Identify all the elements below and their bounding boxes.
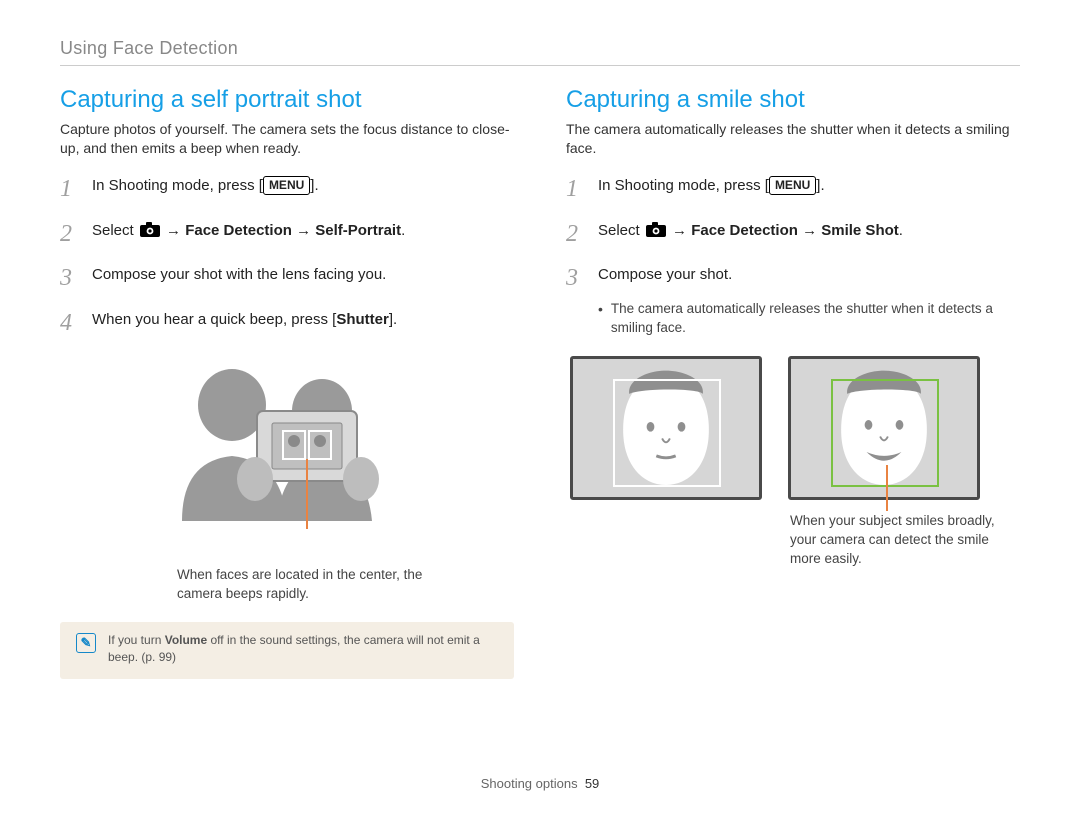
smile-frame-smiling bbox=[788, 356, 980, 500]
self-portrait-illustration: When faces are located in the center, th… bbox=[60, 351, 514, 604]
sub-bullet-text: The camera automatically releases the sh… bbox=[611, 300, 1020, 338]
divider bbox=[60, 65, 1020, 66]
step-text: ]. bbox=[816, 177, 824, 194]
step-2: 2 Select → Face Detection → Smile Shot. bbox=[566, 217, 1020, 252]
arrow: → bbox=[672, 222, 691, 239]
step-body: When you hear a quick beep, press [Shutt… bbox=[92, 306, 397, 341]
step-text: ]. bbox=[310, 177, 318, 194]
section-heading-right: Capturing a smile shot bbox=[566, 86, 1020, 114]
right-column: Capturing a smile shot The camera automa… bbox=[566, 86, 1020, 679]
note-text: If you turn Volume off in the sound sett… bbox=[108, 632, 498, 667]
section-heading-left: Capturing a self portrait shot bbox=[60, 86, 514, 114]
step-number: 1 bbox=[566, 172, 584, 207]
menu-path: Face Detection bbox=[691, 222, 798, 239]
step-text: In Shooting mode, press [ bbox=[92, 177, 263, 194]
intro-text-right: The camera automatically releases the sh… bbox=[566, 120, 1020, 158]
breadcrumb: Using Face Detection bbox=[60, 38, 1020, 59]
step-3: 3 Compose your shot. bbox=[566, 261, 1020, 296]
smile-shot-illustrations bbox=[570, 356, 1020, 500]
two-column-layout: Capturing a self portrait shot Capture p… bbox=[60, 86, 1020, 679]
page-footer: Shooting options 59 bbox=[0, 776, 1080, 791]
step-text: . bbox=[899, 222, 903, 239]
step-number: 2 bbox=[60, 217, 78, 252]
menu-badge-icon: MENU bbox=[263, 176, 310, 195]
camera-icon bbox=[646, 222, 666, 237]
manual-page: Using Face Detection Capturing a self po… bbox=[0, 0, 1080, 815]
step-body: Select → Face Detection → Self-Portrait. bbox=[92, 217, 405, 252]
step-text: . bbox=[401, 222, 405, 239]
arrow: → bbox=[798, 222, 821, 239]
note-fragment: If you turn bbox=[108, 633, 165, 647]
callout-line-svg bbox=[886, 465, 888, 511]
menu-badge-icon: MENU bbox=[769, 176, 816, 195]
step-text: Select bbox=[92, 222, 138, 239]
step-number: 3 bbox=[60, 261, 78, 296]
left-column: Capturing a self portrait shot Capture p… bbox=[60, 86, 514, 679]
step-1: 1 In Shooting mode, press [MENU]. bbox=[60, 172, 514, 207]
smile-frame-neutral bbox=[570, 356, 762, 500]
step-text: When you hear a quick beep, press [ bbox=[92, 311, 336, 328]
step-body: In Shooting mode, press [MENU]. bbox=[598, 172, 825, 207]
step-sub-bullet: • The camera automatically releases the … bbox=[598, 300, 1020, 338]
steps-left: 1 In Shooting mode, press [MENU]. 2 Sele… bbox=[60, 172, 514, 341]
step-body: Select → Face Detection → Smile Shot. bbox=[598, 217, 903, 252]
smile-callout-row: When your subject smiles broadly, your c… bbox=[566, 500, 1020, 569]
step-number: 4 bbox=[60, 306, 78, 341]
footer-page-number: 59 bbox=[585, 776, 599, 791]
step-body: Compose your shot with the lens facing y… bbox=[92, 261, 386, 296]
shutter-label: Shutter bbox=[336, 311, 389, 328]
smile-callout: When your subject smiles broadly, your c… bbox=[790, 498, 1020, 569]
step-number: 1 bbox=[60, 172, 78, 207]
callout-text-right: When your subject smiles broadly, your c… bbox=[790, 512, 1020, 569]
step-text: → Face Detection → Self-Portrait bbox=[166, 222, 401, 239]
arrow: → bbox=[166, 222, 185, 239]
step-text: Select bbox=[598, 222, 644, 239]
step-text: → Face Detection → Smile Shot bbox=[672, 222, 899, 239]
step-number: 2 bbox=[566, 217, 584, 252]
detection-box-green bbox=[831, 379, 939, 487]
step-3: 3 Compose your shot with the lens facing… bbox=[60, 261, 514, 296]
step-1: 1 In Shooting mode, press [MENU]. bbox=[566, 172, 1020, 207]
step-body: Compose your shot. bbox=[598, 261, 732, 296]
step-text: ]. bbox=[389, 311, 397, 328]
selfie-illustration-svg bbox=[137, 351, 437, 561]
detection-box-white bbox=[613, 379, 721, 487]
callout-text-left: When faces are located in the center, th… bbox=[177, 566, 437, 604]
camera-icon bbox=[140, 222, 160, 237]
step-4: 4 When you hear a quick beep, press [Shu… bbox=[60, 306, 514, 341]
note-box: ✎ If you turn Volume off in the sound se… bbox=[60, 622, 514, 679]
menu-path: Self-Portrait bbox=[315, 222, 401, 239]
step-number: 3 bbox=[566, 261, 584, 296]
intro-text-left: Capture photos of yourself. The camera s… bbox=[60, 120, 514, 158]
step-body: In Shooting mode, press [MENU]. bbox=[92, 172, 319, 207]
menu-path: Face Detection bbox=[185, 222, 292, 239]
note-icon: ✎ bbox=[76, 633, 96, 653]
step-text: In Shooting mode, press [ bbox=[598, 177, 769, 194]
note-fragment: Volume bbox=[165, 633, 207, 647]
step-2: 2 Select → Face Detection → Self-Portrai… bbox=[60, 217, 514, 252]
arrow: → bbox=[292, 222, 315, 239]
footer-section: Shooting options bbox=[481, 776, 578, 791]
steps-right: 1 In Shooting mode, press [MENU]. 2 Sele… bbox=[566, 172, 1020, 296]
bullet-dot-icon: • bbox=[598, 300, 603, 338]
menu-path: Smile Shot bbox=[821, 222, 899, 239]
